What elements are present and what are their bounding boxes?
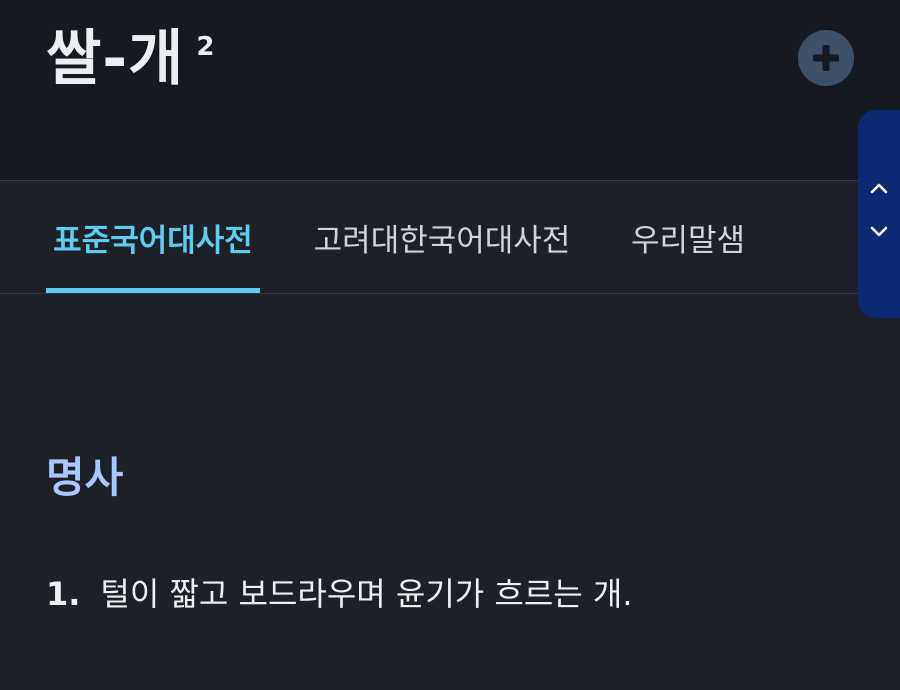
add-to-wordbook-button[interactable] (798, 30, 854, 86)
tab-korea-university-dictionary[interactable]: 고려대한국어대사전 (300, 181, 584, 293)
tab-standard-korean-dictionary[interactable]: 표준국어대사전 (46, 181, 260, 293)
tab-urimalsaem[interactable]: 우리말샘 (620, 181, 756, 293)
scroll-up-button[interactable] (864, 174, 894, 204)
definition-text: 털이 짧고 보드라우며 윤기가 흐르는 개. (100, 575, 633, 613)
scroll-down-button[interactable] (864, 216, 894, 246)
homograph-number: 2 (196, 32, 215, 62)
plus-circle-icon (813, 45, 839, 71)
definition-item: 1. 털이 짧고 보드라우며 윤기가 흐르는 개. (46, 570, 633, 618)
definition-number: 1. (46, 575, 81, 613)
active-tab-indicator (46, 288, 260, 293)
entry-header: 쌀-개 2 (0, 0, 900, 180)
part-of-speech-label: 명사 (46, 453, 124, 502)
chevron-down-icon (870, 226, 888, 237)
section-navigator (858, 110, 900, 318)
dictionary-tab-bar: 표준국어대사전 고려대한국어대사전 우리말샘 (0, 180, 900, 294)
entry-title: 쌀-개 2 (46, 14, 214, 104)
entry-word: 쌀-개 (46, 24, 185, 94)
chevron-up-icon (870, 183, 888, 194)
